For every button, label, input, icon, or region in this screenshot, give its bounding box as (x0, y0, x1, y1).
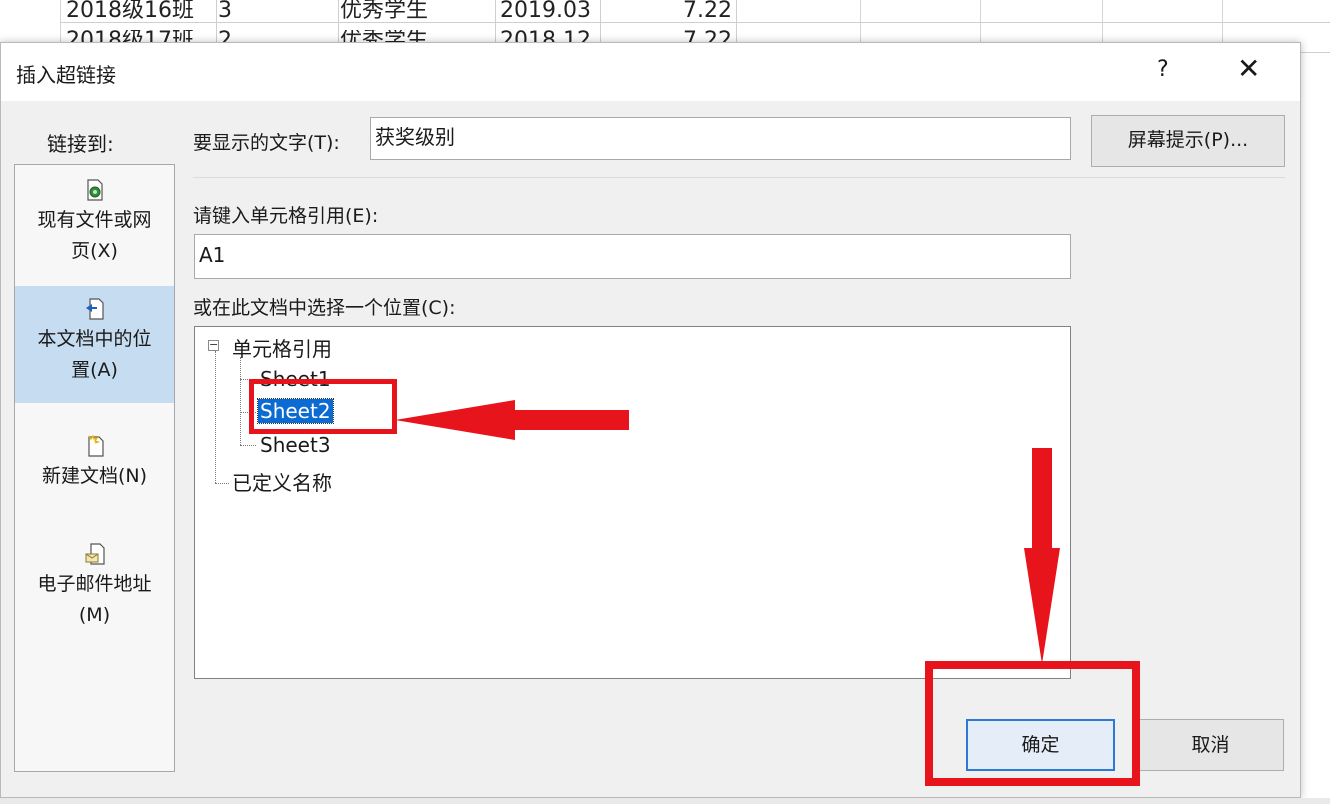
highlight-box-sheet2 (249, 379, 397, 434)
bottom-strip (0, 798, 1330, 804)
cancel-button[interactable]: 取消 (1137, 719, 1284, 771)
place-label: 本文档中的位 (37, 328, 152, 350)
screentip-button[interactable]: 屏幕提示(P)... (1091, 115, 1285, 167)
document-place-icon (85, 298, 104, 320)
place-label: 现有文件或网 (37, 209, 152, 231)
place-existing-file-or-web-page[interactable]: 现有文件或网 页(X) (15, 179, 174, 297)
place-this-document[interactable]: 本文档中的位 置(A) (15, 286, 174, 403)
left-arrow-icon (395, 400, 629, 440)
new-document-icon (87, 435, 104, 457)
place-in-document-label: 或在此文档中选择一个位置(C): (193, 297, 456, 319)
link-to-label: 链接到: (47, 132, 114, 156)
tree-node-label: 已定义名称 (232, 471, 332, 495)
tree-connector (240, 357, 241, 445)
place-email-address[interactable]: 电子邮件地址 (M) (15, 543, 174, 635)
text-to-display-label: 要显示的文字(T): (193, 132, 340, 154)
collapse-icon[interactable]: − (208, 339, 219, 351)
place-label: 置(A) (71, 359, 118, 381)
highlight-box-ok (925, 661, 1140, 786)
tree-node-defined-names[interactable]: 已定义名称 (232, 467, 332, 496)
divider (193, 177, 1285, 178)
tree-connector (240, 445, 256, 446)
tree-connector (215, 483, 229, 484)
close-button[interactable]: ✕ (1237, 55, 1260, 83)
place-new-document[interactable]: 新建文档(N) (15, 435, 174, 515)
tree-node-label: Sheet3 (260, 433, 331, 457)
cell-reference-input[interactable]: A1 (194, 234, 1071, 279)
tree-node-label: 单元格引用 (232, 337, 332, 361)
help-button[interactable]: ? (1157, 57, 1169, 82)
tree-node-cell-reference[interactable]: 单元格引用 (232, 333, 332, 362)
dialog-title: 插入超链接 (16, 63, 116, 87)
place-label: 页(X) (71, 240, 118, 262)
place-label: 电子邮件地址 (37, 573, 152, 595)
text-to-display-input[interactable]: 获奖级别 (370, 117, 1071, 160)
tree-connector (215, 351, 216, 483)
down-arrow-icon (1024, 448, 1060, 664)
web-page-icon (86, 179, 103, 201)
tree-node-sheet3[interactable]: Sheet3 (260, 433, 331, 457)
place-label: 新建文档(N) (41, 465, 148, 487)
table-row: 2018级16班 3 优秀学生 2019.03 7.22 (60, 0, 1330, 30)
dialog-titlebar[interactable]: 插入超链接 ? ✕ (1, 43, 1300, 101)
cell-reference-label: 请键入单元格引用(E): (193, 205, 379, 227)
link-to-panel: 现有文件或网 页(X) 本文档中的位 置(A) 新建文档(N) 电子邮件地址 (… (14, 164, 175, 772)
place-label: (M) (78, 604, 111, 626)
email-icon (85, 543, 105, 565)
